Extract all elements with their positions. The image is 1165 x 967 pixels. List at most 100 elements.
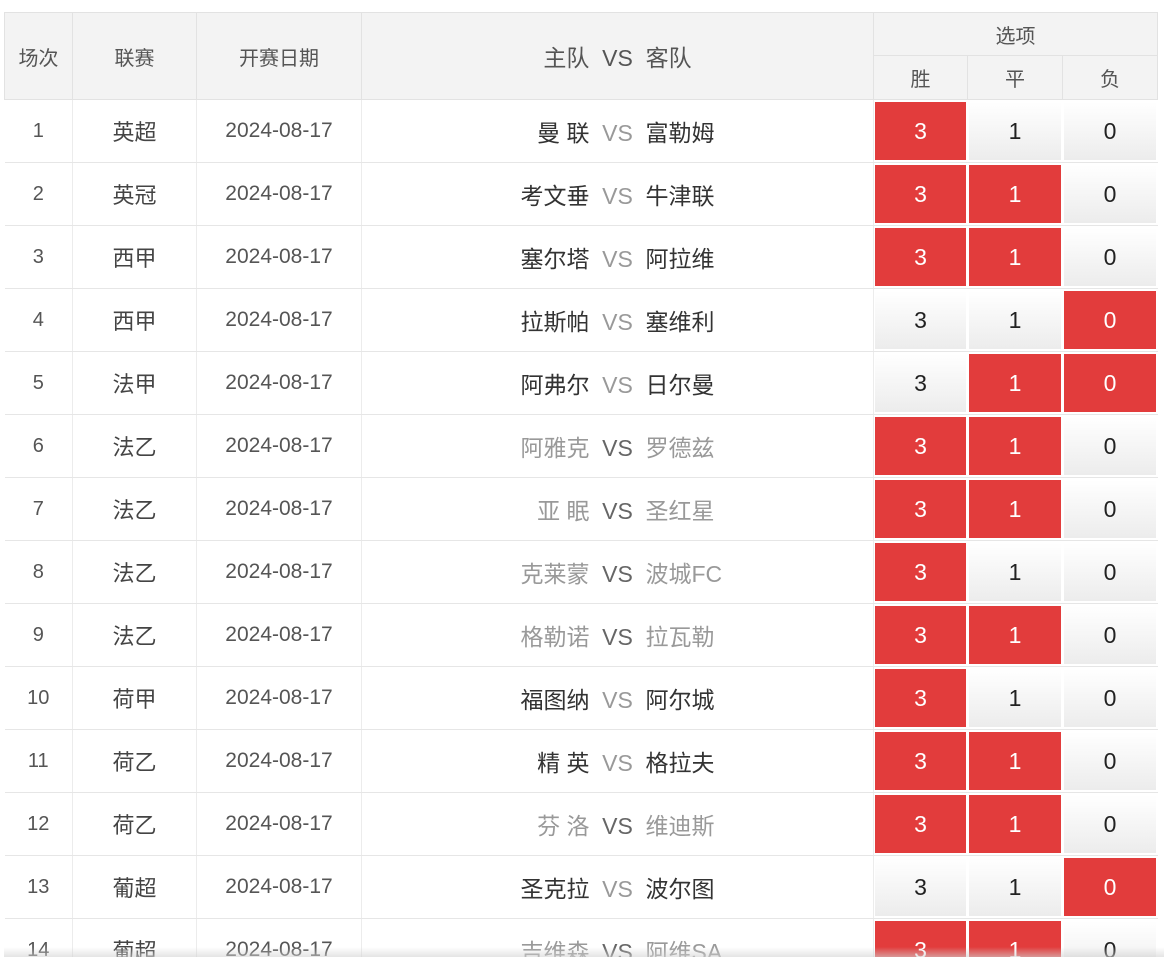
round-number: 1 [4, 99, 73, 163]
option-win-button[interactable]: 3 [875, 543, 966, 601]
vs-label: VS [602, 561, 633, 587]
vs-label: VS [602, 183, 633, 209]
round-number: 5 [4, 351, 73, 415]
option-cell: 0 [1062, 288, 1159, 352]
round-number: 12 [4, 792, 73, 856]
option-win-button[interactable]: 3 [875, 480, 966, 538]
option-win-button[interactable]: 3 [875, 291, 966, 349]
away-team: 日尔曼 [645, 372, 715, 398]
option-lose-button[interactable]: 0 [1064, 669, 1157, 727]
option-lose-button[interactable]: 0 [1064, 480, 1157, 538]
table-row: 5 法甲 2024-08-17 阿弗尔 VS 日尔曼 3 1 0 [4, 351, 1159, 415]
header-league: 联赛 [72, 12, 197, 100]
option-cell: 3 [873, 225, 968, 289]
match-cell: 曼 联 VS 富勒姆 [361, 99, 874, 163]
match-cell: 塞尔塔 VS 阿拉维 [361, 225, 874, 289]
away-team: 牛津联 [645, 183, 715, 209]
league-name: 法甲 [72, 351, 197, 415]
table-row: 3 西甲 2024-08-17 塞尔塔 VS 阿拉维 3 1 0 [4, 225, 1159, 289]
match-cell: 亚 眠 VS 圣红星 [361, 477, 874, 541]
league-name: 葡超 [72, 855, 197, 919]
table-row: 4 西甲 2024-08-17 拉斯帕 VS 塞维利 3 1 0 [4, 288, 1159, 352]
option-lose-button[interactable]: 0 [1064, 732, 1157, 790]
option-lose-button[interactable]: 0 [1064, 165, 1157, 223]
option-draw-button[interactable]: 1 [969, 858, 1061, 916]
league-name: 西甲 [72, 288, 197, 352]
match-cell: 克莱蒙 VS 波城FC [361, 540, 874, 604]
home-team: 拉斯帕 [520, 309, 590, 335]
match-cell: 芬 洛 VS 维迪斯 [361, 792, 874, 856]
league-name: 英超 [72, 99, 197, 163]
option-draw-button[interactable]: 1 [969, 732, 1061, 790]
vs-label: VS [602, 813, 633, 839]
option-cell: 3 [873, 477, 968, 541]
option-win-button[interactable]: 3 [875, 102, 966, 160]
home-team: 格勒诺 [520, 624, 590, 650]
option-cell: 3 [873, 351, 968, 415]
option-win-button[interactable]: 3 [875, 795, 966, 853]
header-win: 胜 [873, 55, 968, 100]
table-row: 1 英超 2024-08-17 曼 联 VS 富勒姆 3 1 0 [4, 99, 1159, 163]
match-table-container: 场次 联赛 开赛日期 主队 VS 客队 选项 胜 平 负 1 英超 2024-08-… [4, 12, 1164, 957]
away-team: 阿拉维 [645, 246, 715, 272]
match-date: 2024-08-17 [196, 855, 362, 919]
league-name: 法乙 [72, 540, 197, 604]
option-lose-button[interactable]: 0 [1064, 354, 1157, 412]
match-cell: 阿雅克 VS 罗德兹 [361, 414, 874, 478]
option-win-button[interactable]: 3 [875, 228, 966, 286]
table-row: 8 法乙 2024-08-17 克莱蒙 VS 波城FC 3 1 0 [4, 540, 1159, 604]
round-number: 10 [4, 666, 73, 730]
option-cell: 1 [967, 288, 1063, 352]
league-name: 荷甲 [72, 666, 197, 730]
match-cell: 格勒诺 VS 拉瓦勒 [361, 603, 874, 667]
match-date: 2024-08-17 [196, 540, 362, 604]
table-row: 6 法乙 2024-08-17 阿雅克 VS 罗德兹 3 1 0 [4, 414, 1159, 478]
option-draw-button[interactable]: 1 [969, 669, 1061, 727]
option-draw-button[interactable]: 1 [969, 606, 1061, 664]
option-cell: 3 [873, 792, 968, 856]
option-win-button[interactable]: 3 [875, 606, 966, 664]
league-name: 法乙 [72, 477, 197, 541]
option-cell: 3 [873, 540, 968, 604]
option-lose-button[interactable]: 0 [1064, 795, 1157, 853]
round-number: 3 [4, 225, 73, 289]
option-draw-button[interactable]: 1 [969, 291, 1061, 349]
option-lose-button[interactable]: 0 [1064, 102, 1157, 160]
option-lose-button[interactable]: 0 [1064, 417, 1157, 475]
option-draw-button[interactable]: 1 [969, 480, 1061, 538]
option-draw-button[interactable]: 1 [969, 165, 1061, 223]
option-win-button[interactable]: 3 [875, 354, 966, 412]
round-number: 4 [4, 288, 73, 352]
home-team: 克莱蒙 [520, 561, 590, 587]
away-team: 格拉夫 [645, 750, 715, 776]
option-win-button[interactable]: 3 [875, 165, 966, 223]
option-draw-button[interactable]: 1 [969, 102, 1061, 160]
option-win-button[interactable]: 3 [875, 858, 966, 916]
option-draw-button[interactable]: 1 [969, 417, 1061, 475]
home-team: 圣克拉 [520, 876, 590, 902]
option-draw-button[interactable]: 1 [969, 354, 1061, 412]
home-team: 亚 眠 [537, 498, 590, 524]
option-cell: 1 [967, 162, 1063, 226]
option-cell: 0 [1062, 351, 1159, 415]
option-win-button[interactable]: 3 [875, 669, 966, 727]
option-cell: 3 [873, 414, 968, 478]
match-date: 2024-08-17 [196, 99, 362, 163]
match-cell: 拉斯帕 VS 塞维利 [361, 288, 874, 352]
match-cell: 精 英 VS 格拉夫 [361, 729, 874, 793]
option-draw-button[interactable]: 1 [969, 543, 1061, 601]
option-lose-button[interactable]: 0 [1064, 606, 1157, 664]
option-draw-button[interactable]: 1 [969, 228, 1061, 286]
option-win-button[interactable]: 3 [875, 732, 966, 790]
option-cell: 0 [1062, 855, 1159, 919]
option-draw-button[interactable]: 1 [969, 795, 1061, 853]
option-cell: 1 [967, 603, 1063, 667]
option-lose-button[interactable]: 0 [1064, 291, 1157, 349]
option-win-button[interactable]: 3 [875, 417, 966, 475]
option-lose-button[interactable]: 0 [1064, 228, 1157, 286]
header-match-label: 主队 VS 客队 [543, 45, 692, 71]
option-lose-button[interactable]: 0 [1064, 858, 1157, 916]
option-lose-button[interactable]: 0 [1064, 543, 1157, 601]
vs-label: VS [602, 876, 633, 902]
header-options: 选项 [872, 12, 1159, 56]
